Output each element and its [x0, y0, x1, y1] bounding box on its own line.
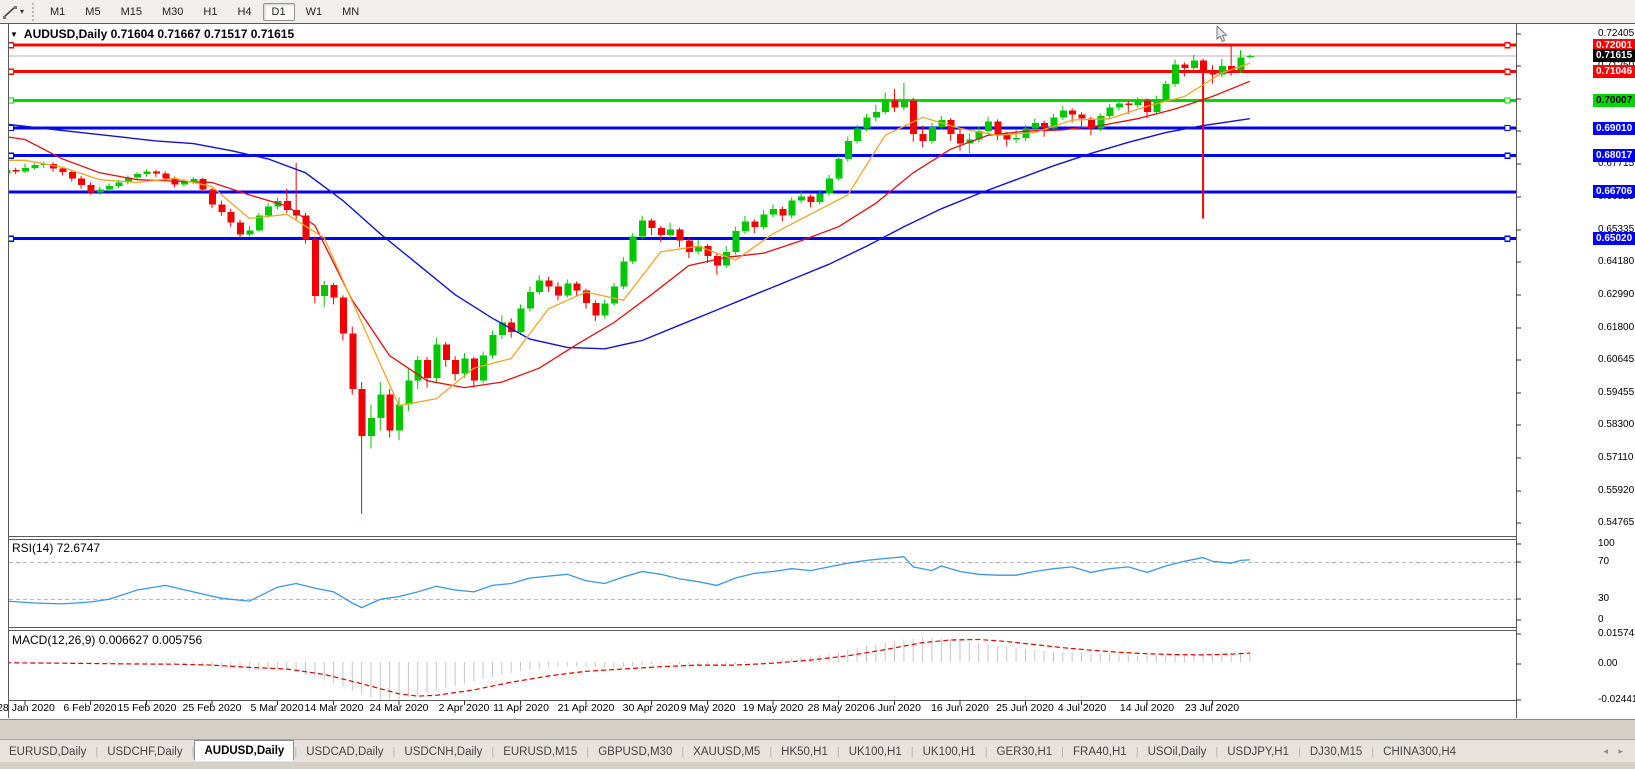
macd-label: MACD(12,26,9) 0.006627 0.005756	[12, 633, 202, 647]
price-tick-label: 0.55920	[1598, 485, 1634, 497]
price-tick-label: 0.61800	[1598, 322, 1634, 334]
date-label: 5 Mar 2020	[250, 702, 303, 714]
date-label: 11 Apr 2020	[493, 702, 549, 714]
macd-tick-label: -0.02441	[1598, 694, 1635, 706]
date-label: 14 Jul 2020	[1120, 702, 1174, 714]
symbol-tab-hk50-h1[interactable]: HK50,H1	[772, 743, 837, 761]
price-tick-label: 0.58300	[1598, 419, 1634, 431]
symbol-tab-bar: EURUSD,Daily|USDCHF,Daily|AUDUSD,Daily|U…	[0, 739, 1635, 763]
rsi-tick-label: 30	[1598, 593, 1609, 605]
macd-tick-label: 0.00	[1598, 658, 1617, 670]
date-label: 4 Jul 2020	[1058, 702, 1106, 714]
chart-title: ▼ AUDUSD,Daily 0.71604 0.71667 0.71517 0.…	[10, 27, 294, 41]
symbol-tab-eurusd-m15[interactable]: EURUSD,M15	[494, 743, 586, 761]
symbol-tab-audusd-daily[interactable]: AUDUSD,Daily	[194, 740, 294, 761]
date-label: 9 May 2020	[681, 702, 736, 714]
price-tick-label: 0.62990	[1598, 289, 1634, 301]
date-label: 14 Mar 2020	[305, 702, 364, 714]
hline-price-chip: 0.69010	[1593, 122, 1635, 135]
chart-title-text: AUDUSD,Daily 0.71604 0.71667 0.71517 0.7…	[24, 27, 294, 41]
rsi-label: RSI(14) 72.6747	[12, 541, 100, 555]
symbol-tab-uk100-h1[interactable]: UK100,H1	[840, 743, 911, 761]
symbol-tab-fra40-h1[interactable]: FRA40,H1	[1064, 743, 1136, 761]
symbol-tab-eurusd-daily[interactable]: EURUSD,Daily	[0, 743, 95, 761]
date-label: 16 Jun 2020	[931, 702, 989, 714]
bottom-margin	[0, 762, 1635, 769]
symbol-tab-dj30-m15[interactable]: DJ30,M15	[1301, 743, 1371, 761]
symbol-tab-china300-h4[interactable]: CHINA300,H4	[1374, 743, 1465, 761]
symbol-tab-gbpusd-m30[interactable]: GBPUSD,M30	[589, 743, 681, 761]
symbol-tabs: EURUSD,Daily|USDCHF,Daily|AUDUSD,Daily|U…	[0, 742, 1465, 761]
mt4-terminal: ▾ M1M5M15M30H1H4D1W1MN ▼AUDUSD,Daily 0.7…	[0, 0, 1635, 769]
symbol-tab-uk100-h1[interactable]: UK100,H1	[914, 743, 985, 761]
date-label: 2 Apr 2020	[439, 702, 490, 714]
price-tick-label: 0.64180	[1598, 256, 1634, 268]
rsi-tick-label: 70	[1598, 556, 1609, 568]
price-tick-label: 0.54765	[1598, 517, 1634, 529]
date-label: 28 May 2020	[808, 702, 869, 714]
hline-price-chip: 0.68017	[1593, 149, 1635, 162]
symbol-tab-usoil-daily[interactable]: USOil,Daily	[1139, 743, 1216, 761]
date-label: 25 Jun 2020	[996, 702, 1054, 714]
collapse-triangle-icon[interactable]: ▼	[10, 30, 18, 39]
hline-price-chip: 0.66706	[1593, 185, 1635, 198]
window-bottom-strip	[0, 719, 1635, 740]
date-label: 6 Jun 2020	[869, 702, 921, 714]
bid-price-chip: 0.71615	[1593, 49, 1635, 62]
mouse-cursor-icon	[1216, 26, 1232, 44]
date-label: 25 Feb 2020	[183, 702, 242, 714]
hline-price-chip: 0.65020	[1593, 232, 1635, 245]
rsi-tick-label: 100	[1598, 538, 1615, 550]
rsi-tick-label: 0	[1598, 614, 1604, 626]
tab-scroll-arrows[interactable]: ◂ ▸	[1603, 746, 1627, 757]
date-label: 28 Jan 2020	[0, 702, 55, 714]
hline-price-chip: 0.70007	[1593, 94, 1635, 107]
date-label: 24 Mar 2020	[370, 702, 429, 714]
price-tick-label: 0.59455	[1598, 387, 1634, 399]
symbol-tab-usdjpy-h1[interactable]: USDJPY,H1	[1218, 743, 1298, 761]
price-tick-label: 0.60645	[1598, 354, 1634, 366]
symbol-tab-usdcad-daily[interactable]: USDCAD,Daily	[297, 743, 392, 761]
macd-tick-label: 0.015743	[1598, 628, 1635, 640]
price-tick-label: 0.57110	[1598, 452, 1633, 464]
symbol-tab-xauusd-m5[interactable]: XAUUSD,M5	[684, 743, 769, 761]
symbol-tab-usdcnh-daily[interactable]: USDCNH,Daily	[395, 743, 491, 761]
date-label: 30 Apr 2020	[623, 702, 680, 714]
symbol-tab-ger30-h1[interactable]: GER30,H1	[988, 743, 1062, 761]
date-label: 21 Apr 2020	[558, 702, 615, 714]
date-label: 6 Feb 2020	[63, 702, 116, 714]
date-label: 23 Jul 2020	[1185, 702, 1239, 714]
main-chart-canvas[interactable]	[0, 0, 1635, 769]
symbol-tab-usdchf-daily[interactable]: USDCHF,Daily	[98, 743, 191, 761]
date-label: 19 May 2020	[743, 702, 804, 714]
hline-price-chip: 0.71046	[1593, 65, 1635, 78]
date-label: 15 Feb 2020	[118, 702, 177, 714]
